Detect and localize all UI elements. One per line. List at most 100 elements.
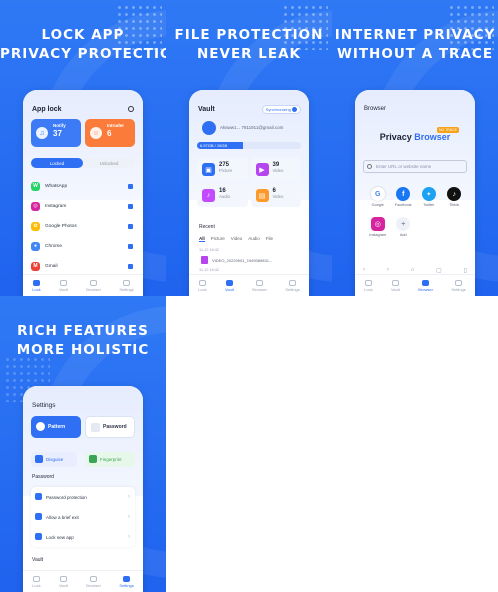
app-name: Chrome [45,243,63,249]
app-name: Instagram [45,203,67,209]
list-item[interactable]: Lock new app › [31,527,135,547]
list-item[interactable]: ◎ Instagram [31,196,135,216]
tab-locked[interactable]: Locked [31,158,83,168]
pattern-icon [36,422,45,431]
nav-settings[interactable]: Settings [119,575,134,588]
tab-all[interactable]: All [199,236,205,242]
video-file-icon [201,256,208,264]
lock-icon [198,279,206,286]
site-tiktok[interactable]: ♪ Tiktok [442,187,468,207]
nav-settings[interactable]: Settings [451,279,466,292]
file-label: Video [272,194,284,199]
site-label: Google [371,203,384,207]
nav-vault[interactable]: Vault [59,279,68,292]
nav-vault[interactable]: Vault [225,279,234,292]
twitter-icon: ✦ [421,187,436,201]
nav-vault[interactable]: Vault [59,575,68,588]
lock-icon[interactable] [128,203,133,209]
row-label: Allow a brief exit [46,514,79,520]
row-label: Lock new app [46,534,74,540]
nav-lock[interactable]: Lock [32,279,41,292]
recent-tabs: All Picture Video Audio File [199,236,273,242]
app-name: Gmail [45,263,58,269]
url-input[interactable]: Enter URL or website name [363,160,467,173]
bookmark-icon[interactable]: ▯ [464,267,467,274]
nav-browser[interactable]: Browser [86,575,101,588]
pattern-button[interactable]: Pattern [31,416,81,438]
lock-icon[interactable] [128,183,133,189]
tab-video[interactable]: Video [231,236,242,242]
site-label: Tiktok [449,203,460,207]
forward-icon[interactable]: › [387,267,389,274]
password-button[interactable]: Password [85,416,135,438]
recent-file-name[interactable]: VIDEO_20220901_1949089831... [212,258,272,263]
tile-video[interactable]: ▶ 39 Video [250,158,301,181]
tab-picture[interactable]: Picture [211,236,225,242]
nav-settings[interactable]: Settings [119,279,134,292]
home-icon[interactable]: ⌂ [411,267,415,274]
google-icon: G [370,187,385,201]
nav-settings[interactable]: Settings [285,279,300,292]
app-name: Google Photos [45,223,77,229]
notify-card[interactable]: ♫ Notify 37 [31,119,81,147]
google-photos-icon: ✿ [31,221,40,231]
avatar[interactable] [202,121,216,135]
back-icon[interactable]: ‹ [363,267,365,274]
nav-lock[interactable]: Lock [364,279,373,292]
nav-label: Vault [59,286,68,292]
nav-vault[interactable]: Vault [391,279,400,292]
bell-icon: ♫ [36,127,48,139]
nav-browser[interactable]: Browser [252,279,267,292]
tab-file[interactable]: File [266,236,273,242]
site-label: Twitter [423,203,435,207]
site-google[interactable]: G Google [365,187,391,207]
search-icon [367,164,372,169]
nav-label: Vault [59,582,68,588]
nav-lock[interactable]: Lock [32,575,41,588]
nav-browser[interactable]: Browser [418,279,433,292]
tab-unlocked[interactable]: Unlocked [83,158,135,168]
no-trace-badge: NO TRACE [436,127,459,133]
list-item[interactable]: ● Chrome [31,236,135,256]
nav-label: Settings [119,286,134,292]
nav-lock[interactable]: Lock [198,279,207,292]
tile-picture[interactable]: ▣ 275 Picture [197,158,248,181]
tile-document[interactable]: ▤ 6 Video [250,184,301,207]
page-title: Browser [364,106,387,112]
gear-icon [289,279,297,286]
headline-line-1: RICH FEATURES [17,323,149,339]
tab-audio[interactable]: Audio [248,236,260,242]
sync-icon [292,107,297,112]
list-item[interactable]: Allow a brief exit › [31,507,135,527]
recent-timestamp: 11-12 16:42 [199,268,219,272]
lock-icon[interactable] [128,243,133,249]
site-instagram[interactable]: ◎ Instagram [365,217,391,237]
site-twitter[interactable]: ✦ Twitter [416,187,442,207]
facebook-icon: f [396,187,411,201]
nav-label: Vault [391,286,400,292]
list-item[interactable]: M Gmail [31,256,135,276]
list-item[interactable]: ✿ Google Photos [31,216,135,236]
phone-mockup: Browser Privacy Browser NO TRACE Enter U… [355,90,475,296]
lock-icon[interactable] [128,223,133,229]
chevron-right-icon: › [128,494,130,500]
tile-audio[interactable]: ♪ 16 Audio [197,184,248,207]
nav-label: Settings [285,286,300,292]
nav-browser[interactable]: Browser [86,279,101,292]
lock-icon[interactable] [128,263,133,269]
pattern-label: Pattern [48,424,66,430]
site-facebook[interactable]: f Facebook [391,187,417,207]
tabs-icon[interactable]: ▢ [436,267,442,274]
list-item[interactable]: W WhatsApp [31,176,135,196]
intruder-card[interactable]: ☺ Intruder 6 [85,119,135,147]
fingerprint-button[interactable]: Fingerprint [85,452,135,467]
password-settings-list: Password protection › Allow a brief exit ›… [31,487,135,547]
phone-mockup: App lock ♫ Notify 37 ☺ Intruder 6 Locked… [23,90,143,296]
sync-badge[interactable]: Synchronizing [261,105,301,114]
list-item[interactable]: Password protection › [31,487,135,507]
nav-label: Browser [86,286,101,292]
search-icon[interactable] [128,106,134,112]
disguise-button[interactable]: Disguise [31,452,77,467]
disguise-icon [35,455,43,463]
site-add[interactable]: + Add [391,217,417,237]
